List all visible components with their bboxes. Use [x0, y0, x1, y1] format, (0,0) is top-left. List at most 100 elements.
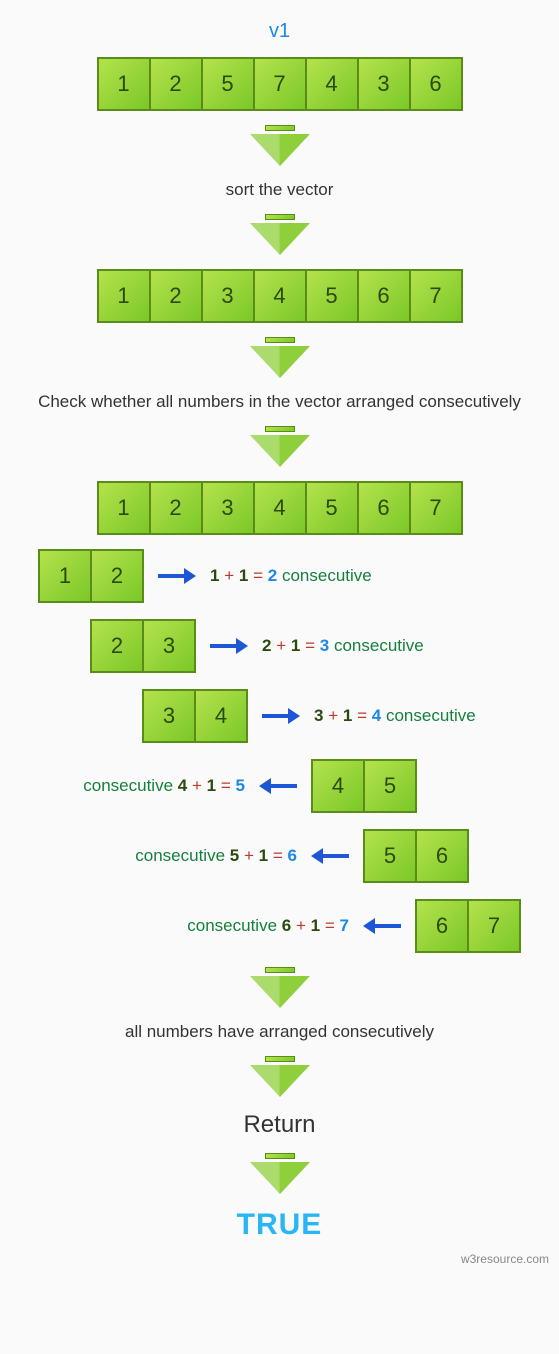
eq-eq: = — [273, 846, 283, 865]
right-arrow-icon — [210, 638, 248, 654]
cell: 2 — [149, 481, 203, 535]
pair-check-row: consecutive 4 + 1 = 5 4 5 — [38, 759, 521, 813]
cell: 4 — [311, 759, 365, 813]
pair-check-row: consecutive 6 + 1 = 7 6 7 — [38, 899, 521, 953]
cell: 7 — [409, 481, 463, 535]
eq-res: 4 — [372, 706, 381, 725]
eq-a: 2 — [262, 636, 271, 655]
right-arrow-icon — [158, 568, 196, 584]
pair-check-row: 2 3 2 + 1 = 3 consecutive — [38, 619, 521, 673]
cell: 1 — [97, 57, 151, 111]
consecutive-label: consecutive — [187, 916, 277, 935]
eq-res: 3 — [320, 636, 329, 655]
cell: 2 — [149, 269, 203, 323]
eq-eq: = — [357, 706, 367, 725]
equation-text: consecutive 4 + 1 = 5 — [83, 776, 245, 796]
eq-plus: + — [296, 916, 306, 935]
cell: 4 — [194, 689, 248, 743]
pair-cells: 5 6 — [363, 829, 469, 883]
credit-label: w3resource.com — [461, 1252, 549, 1266]
eq-plus: + — [276, 636, 286, 655]
left-arrow-icon — [363, 918, 401, 934]
pair-cells: 1 2 — [38, 549, 144, 603]
equation-text: 1 + 1 = 2 consecutive — [210, 566, 372, 586]
cell: 5 — [305, 481, 359, 535]
cell: 4 — [253, 481, 307, 535]
check-caption: Check whether all numbers in the vector … — [18, 392, 541, 412]
eq-a: 1 — [210, 566, 219, 585]
all-consecutive-caption: all numbers have arranged consecutively — [105, 1022, 454, 1042]
pair-cells: 3 4 — [142, 689, 248, 743]
sorted-vector-repeat: 1 2 3 4 5 6 7 — [97, 481, 463, 535]
cell: 6 — [415, 899, 469, 953]
eq-a: 5 — [230, 846, 239, 865]
cell: 6 — [357, 481, 411, 535]
consecutive-label: consecutive — [386, 706, 476, 725]
pair-check-row: 1 2 1 + 1 = 2 consecutive — [38, 549, 521, 603]
down-arrow-icon — [250, 125, 310, 166]
eq-eq: = — [221, 776, 231, 795]
cell: 3 — [201, 269, 255, 323]
down-arrow-icon — [250, 1056, 310, 1097]
cell: 5 — [201, 57, 255, 111]
eq-a: 4 — [178, 776, 187, 795]
pair-check-row: 3 4 3 + 1 = 4 consecutive — [38, 689, 521, 743]
consecutive-label: consecutive — [135, 846, 225, 865]
eq-a: 6 — [282, 916, 291, 935]
consecutive-label: consecutive — [83, 776, 173, 795]
left-arrow-icon — [259, 778, 297, 794]
eq-plus: + — [192, 776, 202, 795]
cell: 6 — [357, 269, 411, 323]
cell: 7 — [253, 57, 307, 111]
eq-one: 1 — [259, 846, 268, 865]
left-arrow-icon — [311, 848, 349, 864]
down-arrow-icon — [250, 337, 310, 378]
equation-text: 3 + 1 = 4 consecutive — [314, 706, 476, 726]
right-arrow-icon — [262, 708, 300, 724]
eq-plus: + — [224, 566, 234, 585]
diagram-column: v1 1 2 5 7 4 3 6 sort the vector 1 2 3 4… — [0, 20, 559, 1242]
eq-eq: = — [325, 916, 335, 935]
eq-res: 7 — [340, 916, 349, 935]
cell: 3 — [357, 57, 411, 111]
cell: 2 — [149, 57, 203, 111]
cell: 1 — [38, 549, 92, 603]
vector-name-label: v1 — [269, 20, 290, 43]
equation-text: consecutive 5 + 1 = 6 — [135, 846, 297, 866]
eq-eq: = — [253, 566, 263, 585]
pair-cells: 2 3 — [90, 619, 196, 673]
consecutive-label: consecutive — [282, 566, 372, 585]
pair-check-row: consecutive 5 + 1 = 6 5 6 — [38, 829, 521, 883]
eq-plus: + — [328, 706, 338, 725]
cell: 4 — [253, 269, 307, 323]
pairwise-steps: 1 2 1 + 1 = 2 consecutive 2 3 2 + 1 — [0, 549, 559, 953]
down-arrow-icon — [250, 967, 310, 1008]
cell: 1 — [97, 481, 151, 535]
cell: 5 — [305, 269, 359, 323]
cell: 6 — [415, 829, 469, 883]
cell: 4 — [305, 57, 359, 111]
cell: 5 — [363, 759, 417, 813]
cell: 7 — [409, 269, 463, 323]
eq-plus: + — [244, 846, 254, 865]
eq-one: 1 — [207, 776, 216, 795]
cell: 6 — [409, 57, 463, 111]
equation-text: 2 + 1 = 3 consecutive — [262, 636, 424, 656]
eq-eq: = — [305, 636, 315, 655]
consecutive-label: consecutive — [334, 636, 424, 655]
cell: 2 — [90, 549, 144, 603]
cell: 3 — [142, 619, 196, 673]
eq-one: 1 — [343, 706, 352, 725]
eq-res: 5 — [236, 776, 245, 795]
down-arrow-icon — [250, 214, 310, 255]
return-label: Return — [243, 1111, 315, 1139]
cell: 7 — [467, 899, 521, 953]
sort-caption: sort the vector — [206, 180, 354, 200]
cell: 2 — [90, 619, 144, 673]
eq-one: 1 — [239, 566, 248, 585]
eq-one: 1 — [311, 916, 320, 935]
eq-one: 1 — [291, 636, 300, 655]
eq-res: 2 — [268, 566, 277, 585]
cell: 3 — [201, 481, 255, 535]
sorted-vector: 1 2 3 4 5 6 7 — [97, 269, 463, 323]
